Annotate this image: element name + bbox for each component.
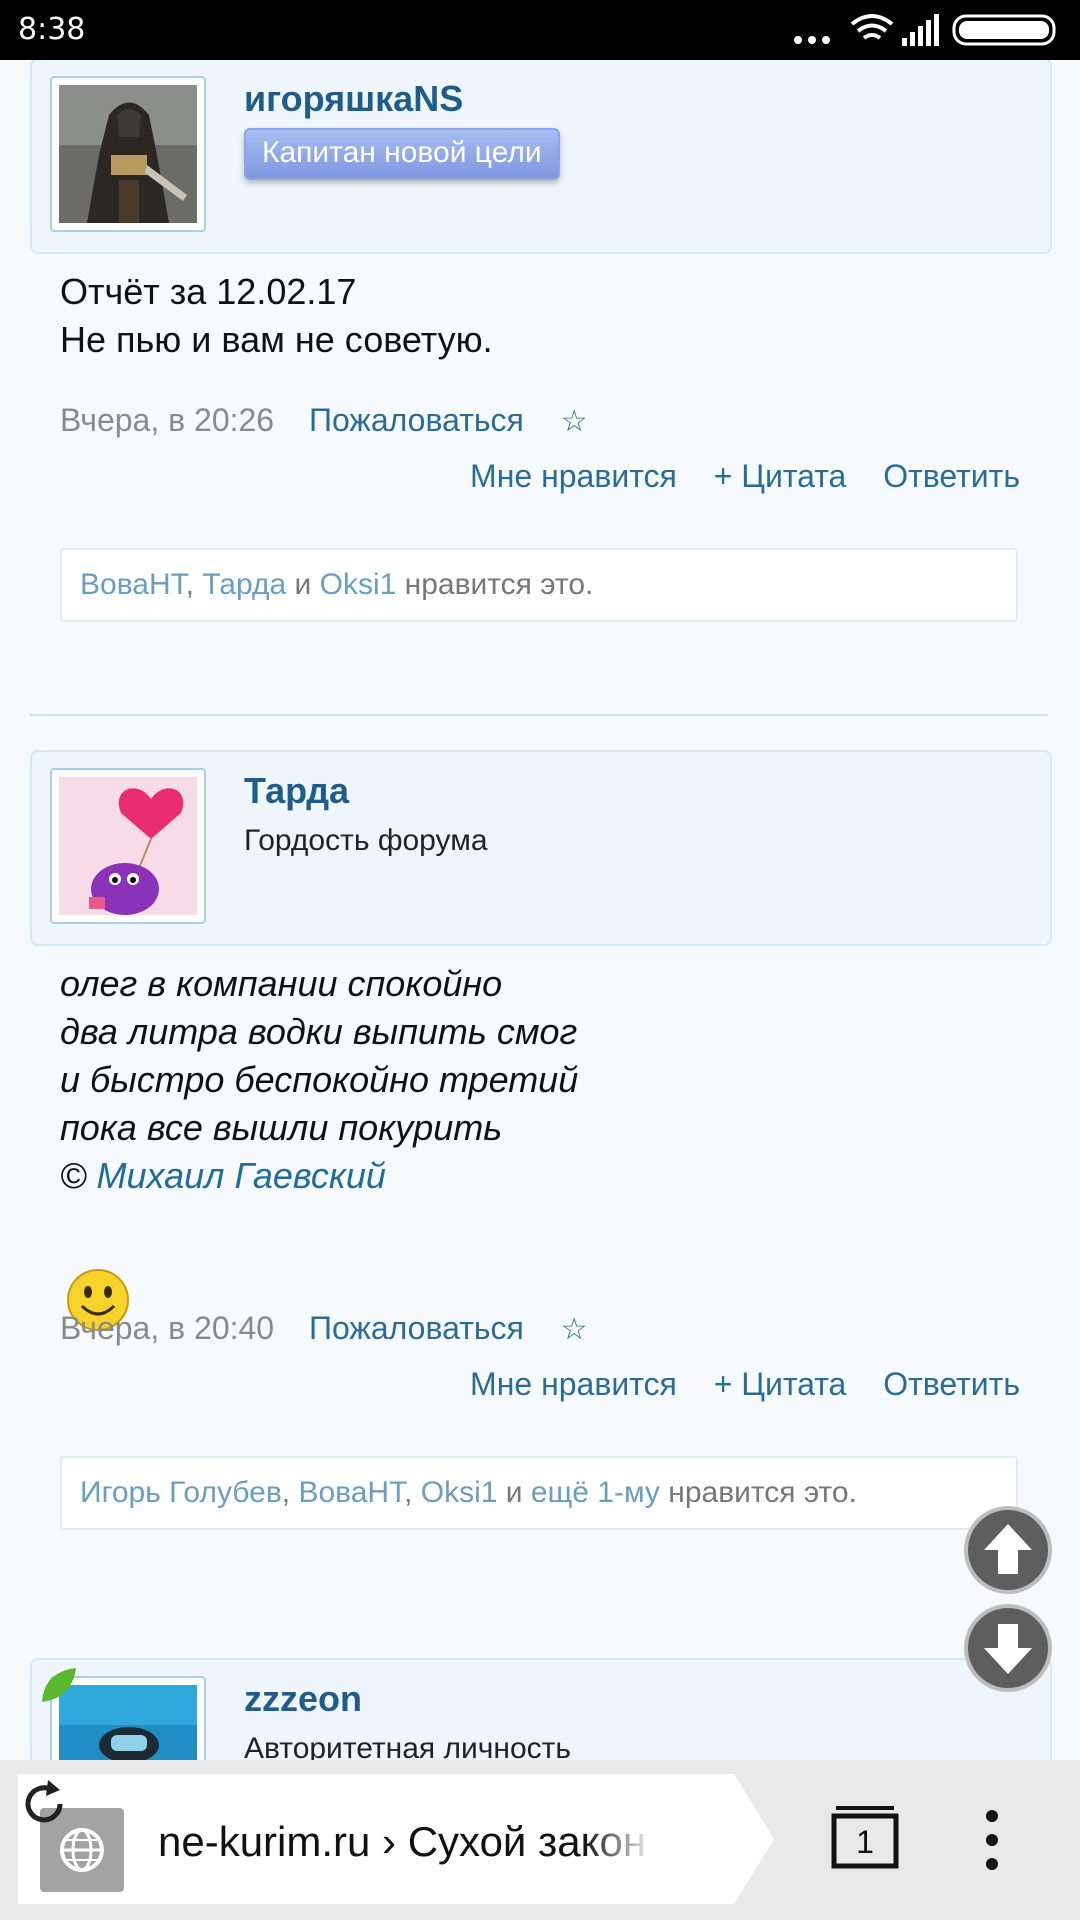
message-line: и быстро беспокойно третий	[60, 1059, 579, 1100]
likes-suffix: нравится это.	[396, 568, 594, 601]
thread-content[interactable]: игоряшкаNS Капитан новой цели Отчёт за 1…	[0, 60, 1080, 1760]
user-title: Авторитетная личность	[244, 1732, 571, 1760]
arrow-down-icon	[984, 1624, 1032, 1674]
battery-icon	[952, 14, 1056, 46]
post-divider	[30, 714, 1048, 716]
bookmark-star-icon[interactable]: ☆	[561, 405, 588, 438]
post-timestamp[interactable]: Вчера, в 20:26	[60, 402, 274, 438]
likes-separator: и	[286, 568, 320, 601]
user-title-badge: Капитан новой цели	[244, 128, 560, 180]
liker-link[interactable]: ВоваНТ	[298, 1476, 404, 1509]
tabs-button[interactable]: 1	[828, 1800, 902, 1874]
avatar-image	[59, 85, 197, 223]
scroll-up-button[interactable]	[964, 1506, 1052, 1594]
post-meta: Вчера, в 20:26 Пожаловаться ☆	[60, 402, 588, 439]
avatar[interactable]	[50, 76, 206, 232]
quote-button[interactable]: + Цитата	[714, 458, 847, 494]
avatar-image	[59, 777, 197, 915]
likes-summary: ВоваНТ, Тарда и Oksi1 нравится это.	[60, 548, 1018, 622]
post-author-name[interactable]: zzzeon	[244, 1678, 362, 1720]
liker-link[interactable]: Тарда	[202, 568, 286, 601]
bookmark-star-icon[interactable]: ☆	[561, 1313, 588, 1346]
post-author-panel: zzzeon Авторитетная личность	[30, 1658, 1052, 1760]
message-line: Отчёт за 12.02.17	[60, 271, 357, 312]
liker-link[interactable]: Oksi1	[320, 568, 397, 601]
likes-suffix: нравится это.	[659, 1476, 857, 1509]
avatar[interactable]	[50, 768, 206, 924]
message-line: олег в компании спокойно	[60, 963, 503, 1004]
like-button[interactable]: Мне нравится	[470, 1366, 677, 1402]
address-bar[interactable]: ne-kurim.ru › Сухой закон	[14, 1774, 774, 1904]
post-actions: Мне нравится + Цитата Ответить	[442, 1366, 1020, 1403]
arrow-up-icon	[984, 1524, 1032, 1574]
tabs-icon: 1	[831, 1806, 899, 1869]
post-author-name[interactable]: Тарда	[244, 770, 349, 812]
liker-link[interactable]: Игорь Голубев	[80, 1476, 282, 1509]
likes-separator: ,	[185, 568, 203, 601]
user-title: Гордость форума	[244, 824, 488, 857]
reply-button[interactable]: Ответить	[883, 1366, 1020, 1402]
post-message: олег в компании спокойно два литра водки…	[60, 960, 578, 1200]
copyright-sign: ©	[60, 1155, 97, 1196]
author-credit-link[interactable]: Михаил Гаевский	[97, 1155, 386, 1196]
post-author-panel: Тарда Гордость форума	[30, 750, 1052, 946]
likes-separator: и	[497, 1476, 531, 1509]
message-line: два литра водки выпить смог	[60, 1011, 578, 1052]
likes-summary: Игорь Голубев, ВоваНТ, Oksi1 и ещё 1-му …	[60, 1456, 1018, 1530]
post-actions: Мне нравится + Цитата Ответить	[442, 458, 1020, 495]
quote-button[interactable]: + Цитата	[714, 1366, 847, 1402]
report-link[interactable]: Пожаловаться	[309, 1310, 524, 1346]
status-icons	[794, 14, 1056, 46]
like-button[interactable]: Мне нравится	[470, 458, 677, 494]
status-bar: 8:38	[0, 0, 1080, 60]
signal-icon	[902, 14, 939, 46]
tab-count: 1	[856, 1824, 874, 1860]
wifi-icon	[850, 14, 894, 40]
report-link[interactable]: Пожаловаться	[309, 402, 524, 438]
liker-link[interactable]: ВоваНТ	[80, 568, 186, 601]
likes-separator: ,	[404, 1476, 421, 1509]
post-message: Отчёт за 12.02.17 Не пью и вам не совету…	[60, 268, 493, 364]
reload-icon[interactable]	[14, 1774, 74, 1834]
overflow-menu-icon[interactable]	[980, 1800, 1004, 1880]
message-line: Не пью и вам не советую.	[60, 319, 493, 360]
post-author-panel: игоряшкаNS Капитан новой цели	[30, 60, 1052, 254]
dots-icon	[794, 36, 830, 44]
post-meta: Вчера, в 20:40 Пожаловаться ☆	[60, 1310, 588, 1347]
post-timestamp[interactable]: Вчера, в 20:40	[60, 1310, 274, 1346]
message-line: пока все вышли покурить	[60, 1107, 503, 1148]
avatar-image	[59, 1685, 197, 1760]
reply-button[interactable]: Ответить	[883, 458, 1020, 494]
likes-more-link[interactable]: ещё 1-му	[531, 1476, 660, 1509]
browser-toolbar: ne-kurim.ru › Сухой закон 1	[0, 1760, 1080, 1920]
status-time: 8:38	[18, 12, 86, 47]
liker-link[interactable]: Oksi1	[421, 1476, 498, 1509]
url-text[interactable]: ne-kurim.ru › Сухой закон	[158, 1818, 648, 1866]
online-indicator-icon	[42, 1668, 76, 1702]
post-author-name[interactable]: игоряшкаNS	[244, 78, 463, 120]
scroll-down-button[interactable]	[964, 1604, 1052, 1692]
likes-separator: ,	[281, 1476, 299, 1509]
message-line: © Михаил Гаевский	[60, 1152, 578, 1200]
